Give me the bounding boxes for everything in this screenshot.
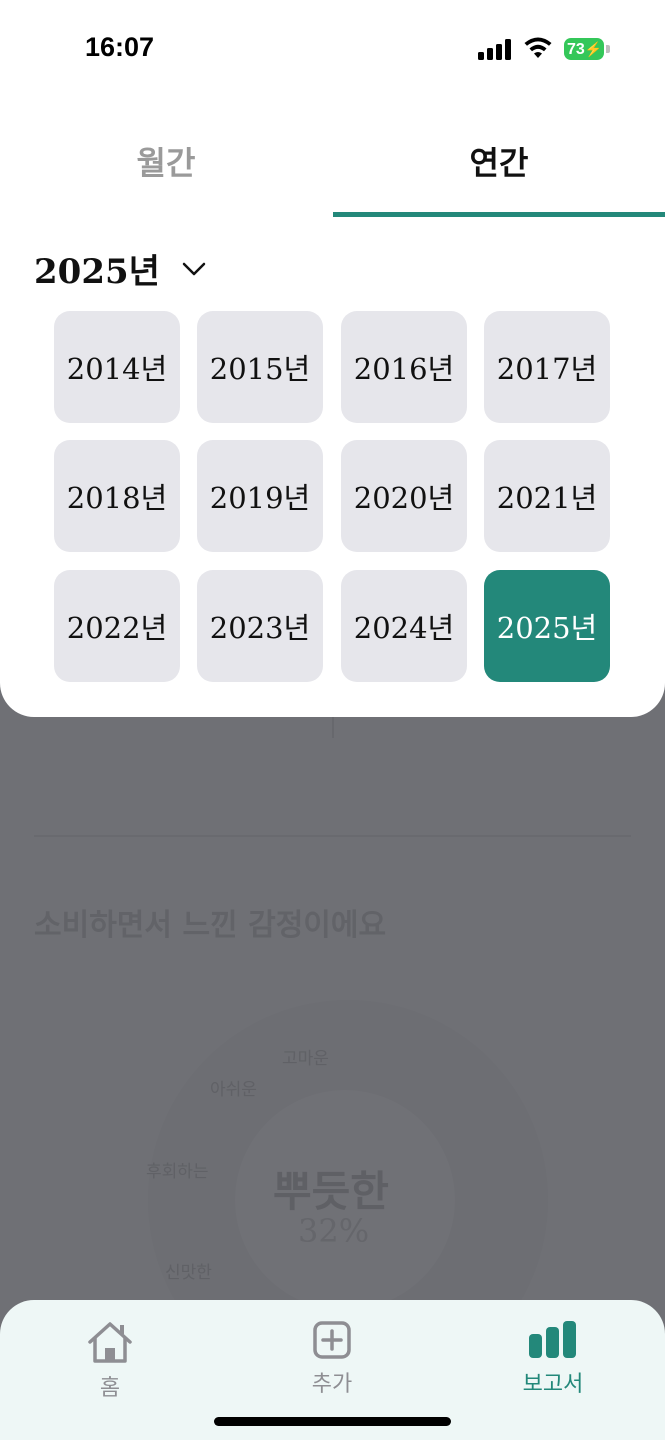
emotion-section-title: 소비하면서 느낀 감정이에요	[34, 908, 387, 943]
year-option[interactable]: 2014년	[54, 311, 180, 423]
year-option[interactable]: 2022년	[54, 570, 180, 682]
nav-report[interactable]: 보고서	[493, 1320, 613, 1398]
nav-add-label: 추가	[311, 1372, 353, 1397]
year-dropdown[interactable]: 2025년	[34, 248, 206, 292]
home-indicator	[214, 1417, 451, 1426]
donut-center-value: 32%	[298, 1212, 370, 1250]
chevron-down-icon	[182, 262, 206, 276]
nav-home[interactable]: 홈	[50, 1320, 170, 1402]
donut-segment-label: 신맛한	[165, 1263, 212, 1283]
nav-add[interactable]: 추가	[272, 1320, 392, 1398]
nav-report-label: 보고서	[522, 1372, 584, 1397]
year-option[interactable]: 2015년	[197, 311, 323, 423]
tab-yearly[interactable]: 연간	[333, 138, 665, 184]
plus-square-icon	[313, 1321, 351, 1359]
year-option[interactable]: 2021년	[484, 440, 610, 552]
year-picker-sheet: 월간 연간 2025년 2014년 2015년 2016년 2017년 2018…	[0, 100, 665, 717]
year-option[interactable]: 2016년	[341, 311, 467, 423]
year-option[interactable]: 2018년	[54, 440, 180, 552]
year-option[interactable]: 2024년	[341, 570, 467, 682]
active-tab-indicator	[333, 212, 665, 217]
bar-chart-icon	[529, 1321, 576, 1358]
year-option[interactable]: 2020년	[341, 440, 467, 552]
home-icon	[88, 1322, 132, 1363]
battery-level: 73	[567, 41, 585, 58]
tab-monthly[interactable]: 월간	[0, 138, 332, 184]
donut-segment-label: 고마운	[282, 1049, 329, 1069]
year-option[interactable]: 2019년	[197, 440, 323, 552]
year-option[interactable]: 2023년	[197, 570, 323, 682]
battery-icon: 73⚡	[564, 38, 604, 60]
year-option-selected[interactable]: 2025년	[484, 570, 610, 682]
nav-home-label: 홈	[99, 1376, 121, 1401]
section-divider	[34, 835, 631, 837]
year-dropdown-label: 2025년	[34, 251, 160, 292]
battery-cap	[606, 45, 610, 53]
status-time: 16:07	[85, 32, 155, 62]
wifi-icon	[524, 37, 552, 58]
donut-center-label: 뿌듯한	[273, 1167, 389, 1216]
status-bar: 16:07 73⚡	[0, 0, 665, 100]
year-option[interactable]: 2017년	[484, 311, 610, 423]
donut-segment-label: 아쉬운	[210, 1080, 257, 1100]
donut-segment-label: 후회하는	[146, 1162, 209, 1182]
